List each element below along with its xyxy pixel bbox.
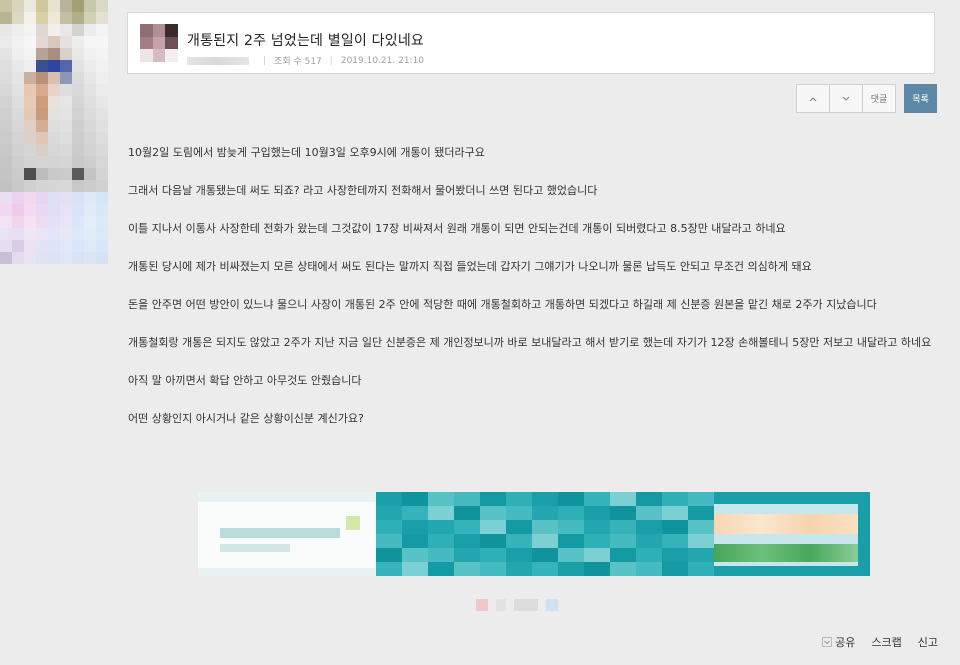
chevron-down-icon xyxy=(842,96,850,101)
ad-dot[interactable] xyxy=(476,599,488,611)
body-paragraph: 개통된 당시에 제가 비싸졌는지 모른 상태에서 써도 된다는 말까지 직접 들… xyxy=(128,260,812,273)
share-button[interactable]: 공유 xyxy=(822,634,855,650)
meta-divider: | xyxy=(329,55,333,66)
post-date: 2019.10.21. 21:10 xyxy=(340,55,425,66)
body-paragraph: 개통철회랑 개통은 되지도 않았고 2주가 지난 지금 일단 신분증은 제 개인… xyxy=(128,336,932,349)
body-paragraph: 이틀 지나서 이통사 사장한테 전화가 왔는데 그것값이 17장 비싸져서 원래… xyxy=(128,222,786,235)
view-count: 조회 수 517 xyxy=(274,57,322,67)
ad-pagination xyxy=(476,599,558,611)
avatar[interactable] xyxy=(140,24,178,62)
chevron-up-icon xyxy=(809,96,817,101)
chevron-down-icon xyxy=(822,637,833,647)
body-paragraph: 어떤 상황인지 아시거나 같은 상황이신분 계신가요? xyxy=(128,412,364,425)
post-toolbar: 댓글 xyxy=(796,84,896,113)
share-label: 공유 xyxy=(835,636,856,649)
ad-left-panel xyxy=(198,492,376,576)
upvote-button[interactable] xyxy=(796,84,830,113)
downvote-button[interactable] xyxy=(829,84,863,113)
ad-banner[interactable] xyxy=(198,492,870,576)
scrap-button[interactable]: 스크랩 xyxy=(871,634,901,650)
author-name[interactable] xyxy=(187,56,249,65)
ad-dot[interactable] xyxy=(514,599,538,611)
comment-button[interactable]: 댓글 xyxy=(862,84,896,113)
body-paragraph: 10월2일 도림에서 밤늦게 구입했는데 10월3일 오후9시에 개통이 됐더라… xyxy=(128,146,485,159)
post-header: 개통된지 2주 넘었는데 별일이 다있네요 | 조회 수 517 | 2019.… xyxy=(127,12,935,74)
ad-dot[interactable] xyxy=(546,599,558,611)
ad-center-image xyxy=(376,492,714,576)
body-paragraph: 그래서 다음날 개통됐는데 써도 되죠? 라고 사장한테까지 전화해서 물어봤더… xyxy=(128,184,598,197)
post-meta: | 조회 수 517 | 2019.10.21. 21:10 xyxy=(187,54,424,67)
post-body: 10월2일 도림에서 밤늦게 구입했는데 10월3일 오후9시에 개통이 됐더라… xyxy=(128,143,940,447)
side-ad-image xyxy=(0,0,108,264)
side-ad-banner[interactable] xyxy=(0,0,108,396)
body-paragraph: 아직 말 아끼면서 확답 안하고 아무것도 안줬습니다 xyxy=(128,374,362,387)
ad-right-panel xyxy=(714,504,858,566)
body-paragraph: 돈을 안주면 어떤 방안이 있느냐 물으니 사장이 개통된 2주 안에 적당한 … xyxy=(128,298,877,311)
list-button[interactable]: 목록 xyxy=(904,84,937,113)
post-title: 개통된지 2주 넘었는데 별일이 다있네요 xyxy=(187,33,424,49)
post-actions: 공유 스크랩 신고 xyxy=(822,634,938,650)
meta-divider: | xyxy=(263,55,267,66)
ad-dot[interactable] xyxy=(496,599,506,611)
report-button[interactable]: 신고 xyxy=(918,634,938,650)
